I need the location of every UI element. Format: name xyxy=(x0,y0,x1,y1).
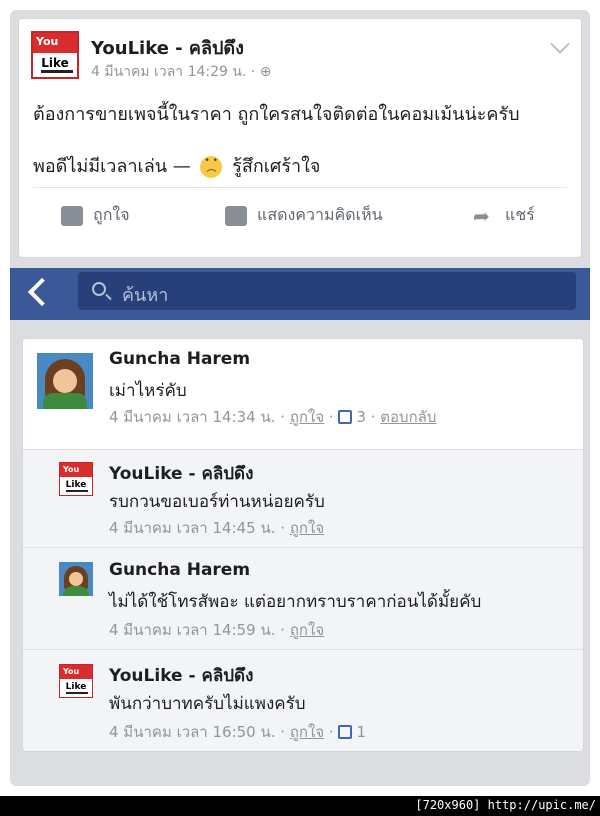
comment-button[interactable]: แสดงความคิดเห็น xyxy=(225,203,383,228)
car-icon xyxy=(41,70,73,73)
comment-author[interactable]: Guncha Harem xyxy=(109,349,250,369)
search-input[interactable]: ค้นหา xyxy=(78,272,576,310)
thumbs-up-icon xyxy=(61,205,83,226)
avatar[interactable] xyxy=(37,353,93,409)
chevron-down-icon[interactable] xyxy=(550,34,570,54)
logo-bottom-text: Like xyxy=(65,682,87,693)
avatar-face xyxy=(53,369,77,393)
screenshot-frame: You Like YouLike - คลิปดึง 4 มีนาคม เวลา… xyxy=(0,0,600,796)
comment-text: ไม่ได้ใช้โทรสัพอะ แต่อยากทราบราคาก่อนได้… xyxy=(109,592,482,612)
search-placeholder: ค้นหา xyxy=(122,285,169,306)
divider xyxy=(33,187,567,188)
comment-meta: 4 มีนาคม เวลา 14:34 น. · ถูกใจ · 3 · ตอบ… xyxy=(109,408,437,426)
comment-like-link[interactable]: ถูกใจ xyxy=(290,519,324,537)
comment-time[interactable]: 4 มีนาคม เวลา 16:50 น. xyxy=(109,723,276,741)
watermark: [720x960] http://upic.me/ xyxy=(415,798,596,812)
comments-panel: Guncha Harem เม่าไหร่คับ 4 มีนาคม เวลา 1… xyxy=(22,338,584,752)
like-count[interactable]: 3 xyxy=(356,408,366,426)
avatar-shirt xyxy=(63,586,89,596)
post-card: You Like YouLike - คลิปดึง 4 มีนาคม เวลา… xyxy=(18,18,582,258)
reply-item: You Like YouLike - คลิปดึง รบกวนขอเบอร์ท… xyxy=(23,449,583,547)
reply-link[interactable]: ตอบกลับ xyxy=(380,408,436,426)
share-button[interactable]: ➦ แชร์ xyxy=(473,203,535,228)
comment-text: รบกวนขอเบอร์ท่านหน่อยครับ xyxy=(109,492,325,512)
share-arrow-icon: ➦ xyxy=(473,203,490,228)
page-logo[interactable]: You Like xyxy=(31,31,79,79)
comment-time[interactable]: 4 มีนาคม เวลา 14:59 น. xyxy=(109,621,276,639)
avatar-face xyxy=(69,572,83,586)
logo-top-text: You xyxy=(60,463,92,478)
like-count[interactable]: 1 xyxy=(356,723,366,741)
comment-author[interactable]: YouLike - คลิปดึง xyxy=(109,662,253,689)
comment-meta: 4 มีนาคม เวลา 16:50 น. · ถูกใจ · 1 xyxy=(109,723,366,741)
post-time[interactable]: 4 มีนาคม เวลา 14:29 น. · xyxy=(91,64,260,80)
comment-like-link[interactable]: ถูกใจ xyxy=(290,408,324,426)
post-text-line2: พอดีไม่มีเวลาเล่น — รู้สึกเศร้าใจ xyxy=(33,151,321,181)
page-logo[interactable]: You Like xyxy=(59,462,93,496)
logo-bottom-text: Like xyxy=(41,55,69,70)
comment-meta: 4 มีนาคม เวลา 14:45 น. · ถูกใจ xyxy=(109,519,325,537)
like-count-icon xyxy=(338,410,353,424)
globe-icon: ⊕ xyxy=(259,64,272,80)
comment-item: Guncha Harem เม่าไหร่คับ 4 มีนาคม เวลา 1… xyxy=(23,339,583,449)
comment-author[interactable]: Guncha Harem xyxy=(109,560,250,580)
avatar-shirt xyxy=(43,393,87,409)
top-navigation-bar: ค้นหา xyxy=(10,268,590,320)
page-logo[interactable]: You Like xyxy=(59,664,93,698)
comment-label: แสดงความคิดเห็น xyxy=(257,205,383,224)
comment-time[interactable]: 4 มีนาคม เวลา 14:45 น. xyxy=(109,519,276,537)
comment-meta: 4 มีนาคม เวลา 14:59 น. · ถูกใจ xyxy=(109,621,325,639)
avatar[interactable] xyxy=(59,562,93,596)
like-label: ถูกใจ xyxy=(93,205,130,224)
feeling-text: รู้สึกเศร้าใจ xyxy=(226,156,321,177)
like-count-icon xyxy=(338,725,353,739)
post-text-before: พอดีไม่มีเวลาเล่น — xyxy=(33,156,197,177)
post-text-line1: ต้องการขายเพจนี้ในราคา ถูกใครสนใจติดต่อใ… xyxy=(33,104,520,125)
logo-top-text: You xyxy=(60,665,92,680)
logo-top-text: You xyxy=(33,33,77,53)
comment-icon xyxy=(225,205,247,226)
comment-text: พันกว่าบาทครับไม่แพงครับ xyxy=(109,694,306,714)
comment-time[interactable]: 4 มีนาคม เวลา 14:34 น. xyxy=(109,408,276,426)
car-icon xyxy=(66,490,88,492)
like-button[interactable]: ถูกใจ xyxy=(61,203,130,228)
comment-author[interactable]: YouLike - คลิปดึง xyxy=(109,460,253,487)
comment-like-link[interactable]: ถูกใจ xyxy=(290,621,324,639)
sad-emoji-icon xyxy=(200,156,223,181)
page-name[interactable]: YouLike - คลิปดึง xyxy=(91,33,244,62)
back-arrow-icon[interactable] xyxy=(27,277,57,307)
reply-item: You Like YouLike - คลิปดึง พันกว่าบาทครั… xyxy=(23,649,583,751)
reply-item: Guncha Harem ไม่ได้ใช้โทรสัพอะ แต่อยากทร… xyxy=(23,547,583,649)
comment-like-link[interactable]: ถูกใจ xyxy=(290,723,324,741)
share-label: แชร์ xyxy=(505,205,535,224)
search-icon xyxy=(92,282,106,296)
car-icon xyxy=(66,692,88,694)
post-meta: 4 มีนาคม เวลา 14:29 น. · ⊕ xyxy=(91,61,272,83)
logo-bottom-text: Like xyxy=(65,480,87,491)
comment-text: เม่าไหร่คับ xyxy=(109,381,187,401)
